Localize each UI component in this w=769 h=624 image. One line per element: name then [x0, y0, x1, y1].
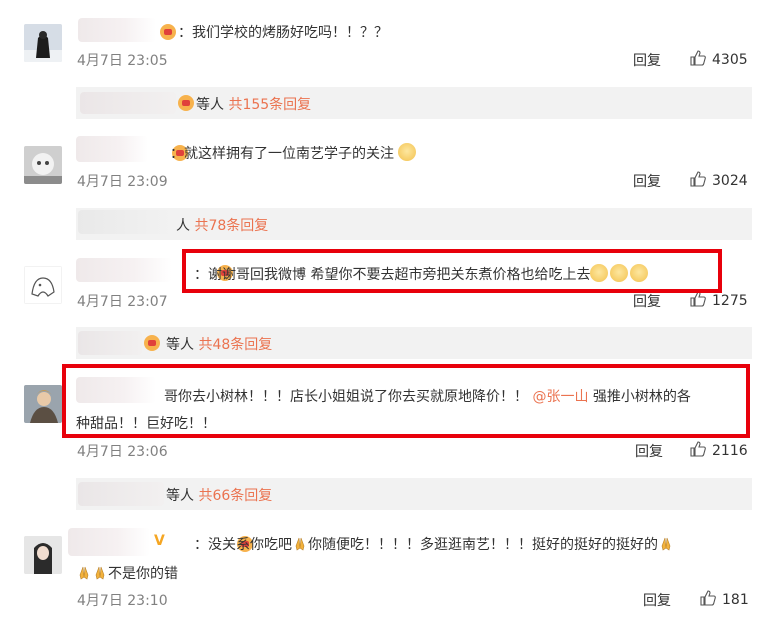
praying-hands-icon — [79, 566, 89, 580]
subreply-prefix: 等人 — [196, 97, 224, 113]
subreply-prefix: 等人 — [166, 488, 194, 504]
thumbs-up-icon — [690, 171, 706, 187]
comment-time: 4月7日 23:07 — [77, 294, 168, 310]
subreply-count-link[interactable]: 共66条回复 — [198, 488, 272, 504]
reply-button[interactable]: 回复 — [633, 291, 661, 311]
reply-button[interactable]: 回复 — [633, 50, 661, 70]
verified-v-icon: V — [154, 533, 165, 549]
subreply-count-link[interactable]: 共48条回复 — [198, 337, 272, 353]
comment-time: 4月7日 23:10 — [77, 593, 168, 609]
avatar-image — [24, 24, 62, 62]
subreply-users-blurred — [78, 482, 164, 506]
avatar[interactable] — [24, 24, 62, 62]
subreply-summary[interactable]: 等人 共48条回复 — [166, 334, 272, 354]
thumbs-up-icon — [690, 291, 706, 307]
comment-text: ：就这样拥有了一位南艺学子的关注 — [170, 143, 417, 163]
username-blurred[interactable] — [78, 18, 156, 42]
like-count: 1275 — [712, 293, 748, 309]
reply-button[interactable]: 回复 — [633, 171, 661, 191]
comment-text-content: 你随便吃！！！！多逛逛南艺！！！挺好的挺好的挺好的 — [308, 537, 658, 553]
avatar[interactable] — [24, 536, 62, 574]
like-count: 2116 — [712, 443, 748, 459]
comment-text-line1: ：没关系你吃吧 你随便吃！！！！多逛逛南艺！！！挺好的挺好的挺好的 — [194, 534, 674, 554]
praying-hands-icon — [295, 537, 305, 551]
avatar-image — [24, 146, 62, 184]
subreply-bar[interactable]: 等人 共155条回复 — [76, 87, 752, 119]
like-button[interactable]: 2116 — [690, 441, 748, 459]
like-count: 181 — [722, 592, 749, 608]
reply-button[interactable]: 回复 — [635, 441, 663, 461]
subreply-bar[interactable]: 人 共78条回复 — [76, 208, 752, 240]
username-blurred[interactable] — [76, 258, 172, 282]
subreply-users-blurred — [80, 92, 176, 114]
thumbs-up-icon — [690, 441, 706, 457]
comment-time: 4月7日 23:06 — [77, 444, 168, 460]
praying-hands-icon — [95, 566, 105, 580]
avatar[interactable] — [24, 266, 62, 304]
subreply-summary[interactable]: 等人 共155条回复 — [196, 94, 311, 114]
subreply-prefix: 人 — [176, 218, 190, 234]
crown-badge-icon — [144, 335, 160, 351]
reply-button[interactable]: 回复 — [643, 590, 671, 610]
subreply-bar[interactable]: 等人 共48条回复 — [76, 327, 752, 359]
comment-text-content: 不是你的错 — [108, 566, 178, 582]
crown-badge-icon — [178, 95, 194, 111]
subreply-users-blurred — [78, 210, 174, 234]
subreply-summary[interactable]: 等人 共66条回复 — [166, 485, 272, 505]
like-button[interactable]: 4305 — [690, 50, 748, 68]
subreply-count-link[interactable]: 共155条回复 — [228, 97, 311, 113]
subreply-prefix: 等人 — [166, 337, 194, 353]
subreply-summary[interactable]: 人 共78条回复 — [176, 215, 268, 235]
like-button[interactable]: 181 — [700, 590, 749, 608]
avatar-image — [24, 385, 62, 423]
thumbs-up-icon — [690, 50, 706, 66]
comment-text-content: ：就这样拥有了一位南艺学子的关注 — [170, 146, 394, 162]
comment-text-content: ：没关系你吃吧 — [194, 537, 292, 553]
like-button[interactable]: 3024 — [690, 171, 748, 189]
comment-time: 4月7日 23:09 — [77, 174, 168, 190]
comment-text: ：我们学校的烤肠好吃吗！！？？ — [178, 25, 388, 41]
like-button[interactable]: 1275 — [690, 291, 748, 309]
username-blurred[interactable] — [76, 136, 148, 162]
comment-time: 4月7日 23:05 — [77, 53, 168, 69]
avatar[interactable] — [24, 385, 62, 423]
verified-badge: V — [154, 533, 165, 549]
subreply-bar[interactable]: 等人 共66条回复 — [76, 478, 752, 510]
praying-hands-icon — [661, 537, 671, 551]
comment-text-line2: 不是你的错 — [76, 563, 178, 583]
username-blurred[interactable] — [68, 528, 150, 556]
like-count: 3024 — [712, 173, 748, 189]
thumbs-up-icon — [700, 590, 716, 606]
highlight-box — [182, 249, 722, 293]
subreply-users-blurred — [78, 331, 142, 355]
crown-badge-icon — [160, 24, 176, 40]
avatar-image — [24, 536, 62, 574]
cat-emoji-icon — [398, 143, 417, 161]
like-count: 4305 — [712, 52, 748, 68]
subreply-count-link[interactable]: 共78条回复 — [194, 218, 268, 234]
avatar[interactable] — [24, 146, 62, 184]
avatar-image — [24, 266, 62, 304]
highlight-box — [62, 364, 750, 438]
